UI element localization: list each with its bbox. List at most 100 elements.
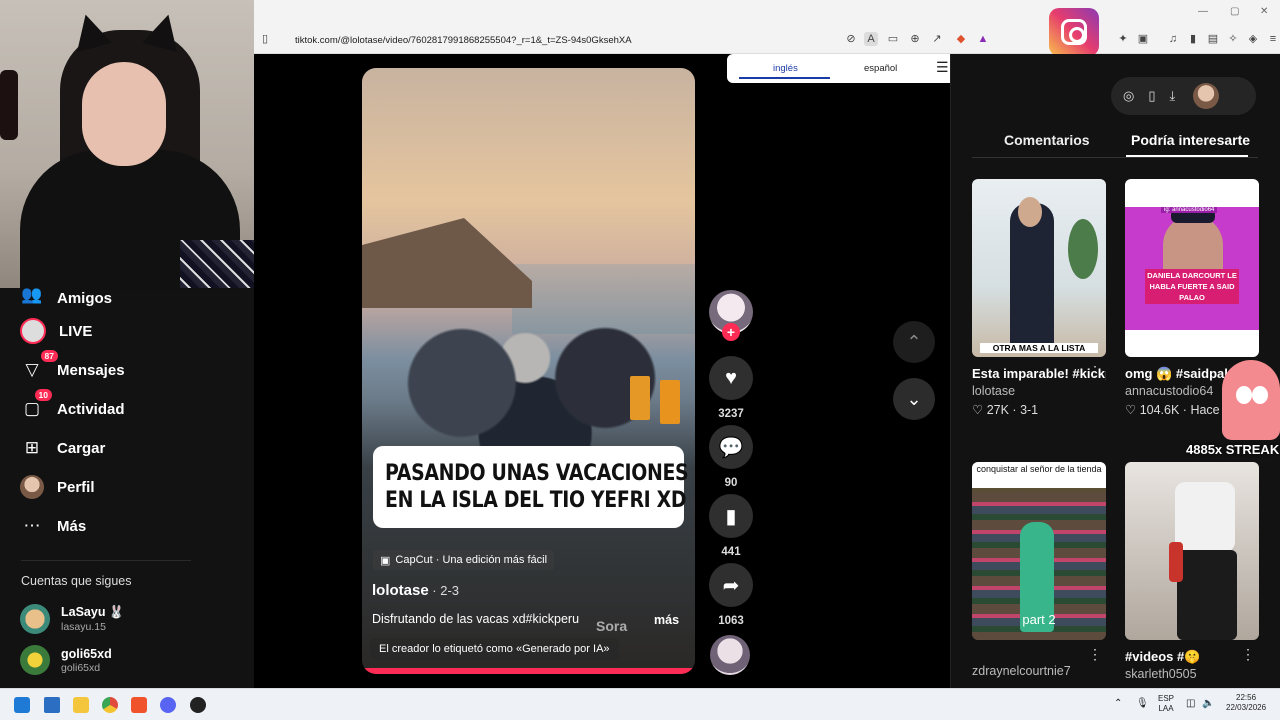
sidebar-item-live[interactable]: LIVE	[20, 316, 240, 346]
task-view-icon[interactable]	[44, 697, 60, 713]
divider	[21, 560, 191, 561]
minimize-icon[interactable]: —	[1198, 6, 1208, 17]
share-action[interactable]: ➦ 1063	[709, 563, 753, 627]
tab-comentarios[interactable]: Comentarios	[1004, 132, 1090, 148]
like-action[interactable]: ♥ 3237	[709, 356, 753, 420]
save-count: 441	[721, 546, 741, 558]
card-title[interactable]: #videos #🤫	[1125, 647, 1259, 667]
lang-target-tab[interactable]: español	[864, 63, 897, 74]
sidebar-item-cargar[interactable]: ⊞ Cargar	[20, 433, 240, 463]
layout-code: LAA	[1158, 704, 1174, 713]
card-thumbnail[interactable]	[1125, 462, 1259, 640]
heart-outline-icon: ♡	[972, 403, 984, 417]
card-author[interactable]: zdraynelcourtnie7	[972, 664, 1106, 678]
address-bar[interactable]: ▯ tiktok.com/@lolotase/video/76028179918…	[262, 28, 1276, 52]
volume-icon[interactable]: 🔈	[1202, 699, 1214, 709]
brave-shield-icon[interactable]: ◆	[954, 32, 968, 46]
follow-plus-icon[interactable]: +	[722, 323, 740, 341]
card-thumbnail[interactable]: conquistar al señor de la tienda part 2	[972, 462, 1106, 640]
ai-icon[interactable]: ✧	[1226, 32, 1240, 46]
bookmark-icon[interactable]: ▮	[709, 494, 753, 538]
lang-source-tab[interactable]: inglés	[773, 63, 798, 74]
thumb-tag: ig: annacustodio64	[1161, 207, 1218, 213]
share-arrow-icon[interactable]: ➦	[709, 563, 753, 607]
more-options-icon[interactable]: ⋮	[1088, 646, 1102, 663]
save-action[interactable]: ▮ 441	[709, 494, 753, 558]
heart-icon[interactable]: ♥	[709, 356, 753, 400]
more-options-icon[interactable]: ⋮	[1241, 646, 1255, 663]
brave-icon[interactable]	[131, 697, 147, 713]
mute-icon[interactable]: ⊘	[844, 32, 858, 46]
zoom-icon[interactable]: ⊕	[908, 32, 922, 46]
window-close-icon[interactable]: ✕	[1260, 6, 1268, 17]
more-options-icon[interactable]: ⋮	[1088, 363, 1102, 380]
chevron-up-icon[interactable]: ⌃	[893, 321, 935, 363]
recommended-card[interactable]: OTRA MAS A LA LISTA Esta imparable! #kic…	[972, 179, 1106, 417]
chevron-up-icon[interactable]: ⌃	[1114, 699, 1122, 709]
video-progress-bar[interactable]	[362, 668, 695, 674]
capcut-link[interactable]: ▣ CapCut · Una edición más fácil	[373, 550, 555, 570]
tab-icon[interactable]: ▣	[1136, 32, 1150, 46]
card-title[interactable]: Esta imparable! #kickperu...	[972, 364, 1106, 384]
activity-badge: 10	[34, 389, 52, 401]
avatar	[20, 645, 50, 675]
obs-icon[interactable]	[190, 697, 206, 713]
sidebar-item-amigos[interactable]: 👥 Amigos	[20, 277, 240, 307]
following-account[interactable]: goli65xd goli65xd	[20, 644, 240, 676]
file-explorer-icon[interactable]	[73, 697, 89, 713]
profile-avatar[interactable]	[1193, 83, 1220, 109]
extensions-icon[interactable]: ✦	[1116, 32, 1130, 46]
account-name: goli65xd	[61, 646, 112, 661]
microphone-icon[interactable]: 🎙	[1136, 699, 1149, 709]
music-disc-avatar[interactable]	[710, 635, 750, 675]
comment-icon[interactable]: 💬	[709, 425, 753, 469]
windows-start-icon[interactable]	[14, 697, 30, 713]
device-icon[interactable]: ▯	[1148, 88, 1155, 104]
recommended-card[interactable]: #videos #🤫 skarleth0505 ⋮	[1125, 462, 1259, 681]
video-date: · 2-3	[428, 583, 460, 598]
clock[interactable]: 22:56 22/03/2026	[1226, 693, 1266, 713]
thumb-text: OTRA MAS A LA LISTA	[980, 343, 1098, 353]
messages-icon: ▽ 87	[20, 350, 58, 382]
sidebar-item-mensajes[interactable]: ▽ 87 Mensajes	[20, 350, 240, 385]
following-header: Cuentas que sigues	[21, 574, 132, 588]
card-author[interactable]: lolotase	[972, 384, 1106, 398]
discord-icon[interactable]	[160, 697, 176, 713]
card-author[interactable]: skarleth0505	[1125, 667, 1259, 681]
language-indicator[interactable]: ESP LAA	[1158, 694, 1174, 714]
sidebar-item-mas[interactable]: ⋯ Más	[20, 511, 240, 541]
recommended-card[interactable]: conquistar al señor de la tienda part 2 …	[972, 462, 1106, 678]
download-icon[interactable]: ⤓	[1170, 88, 1176, 104]
hamburger-icon[interactable]: ☰	[936, 59, 949, 76]
share-count: 1063	[718, 615, 744, 627]
sidebar-item-actividad[interactable]: ▢ 10 Actividad	[20, 389, 240, 424]
share-icon[interactable]: ↗	[930, 32, 944, 46]
speed-icon[interactable]: ◎	[1123, 88, 1134, 104]
music-icon[interactable]: ♫	[1166, 32, 1180, 46]
url-text[interactable]: tiktok.com/@lolotase/video/7602817991868…	[295, 35, 632, 46]
wallet-icon[interactable]: ▤	[1206, 32, 1220, 46]
translate-icon[interactable]: A	[864, 32, 878, 46]
video-author[interactable]: lolotase · 2-3	[372, 582, 459, 599]
sidebar-toggle-icon[interactable]: ▮	[1186, 32, 1200, 46]
network-icon[interactable]: ◫	[1186, 699, 1195, 709]
tab-podria-interesarte[interactable]: Podría interesarte	[1131, 132, 1250, 148]
comment-action[interactable]: 💬 90	[709, 425, 753, 489]
card-thumbnail[interactable]: ig: annacustodio64 DANIELA DARCOURT LE H…	[1125, 179, 1259, 357]
chevron-down-icon[interactable]: ⌄	[893, 378, 935, 420]
card-thumbnail[interactable]: OTRA MAS A LA LISTA	[972, 179, 1106, 357]
chrome-icon[interactable]	[102, 697, 118, 713]
sidebar-item-perfil[interactable]: Perfil	[20, 472, 240, 502]
sidebar-item-label: Mensajes	[57, 361, 125, 379]
vpn-icon[interactable]: ◈	[1246, 32, 1260, 46]
following-account[interactable]: LaSayu 🐰 lasayu.15	[20, 603, 240, 635]
browser-toolbar: ▯ tiktok.com/@lolotase/video/76028179918…	[254, 0, 1280, 54]
maximize-icon[interactable]: ▢	[1230, 6, 1239, 17]
menu-icon[interactable]: ≡	[1266, 32, 1280, 46]
rewards-icon[interactable]: ▲	[976, 32, 990, 46]
card-date: 3-1	[1020, 403, 1039, 417]
cast-icon[interactable]: ▭	[886, 32, 900, 46]
more-link[interactable]: más	[654, 613, 679, 627]
author-name[interactable]: lolotase	[372, 582, 429, 599]
video-player[interactable]: PASANDO UNAS VACACIONES EN LA ISLA DEL T…	[362, 68, 695, 674]
